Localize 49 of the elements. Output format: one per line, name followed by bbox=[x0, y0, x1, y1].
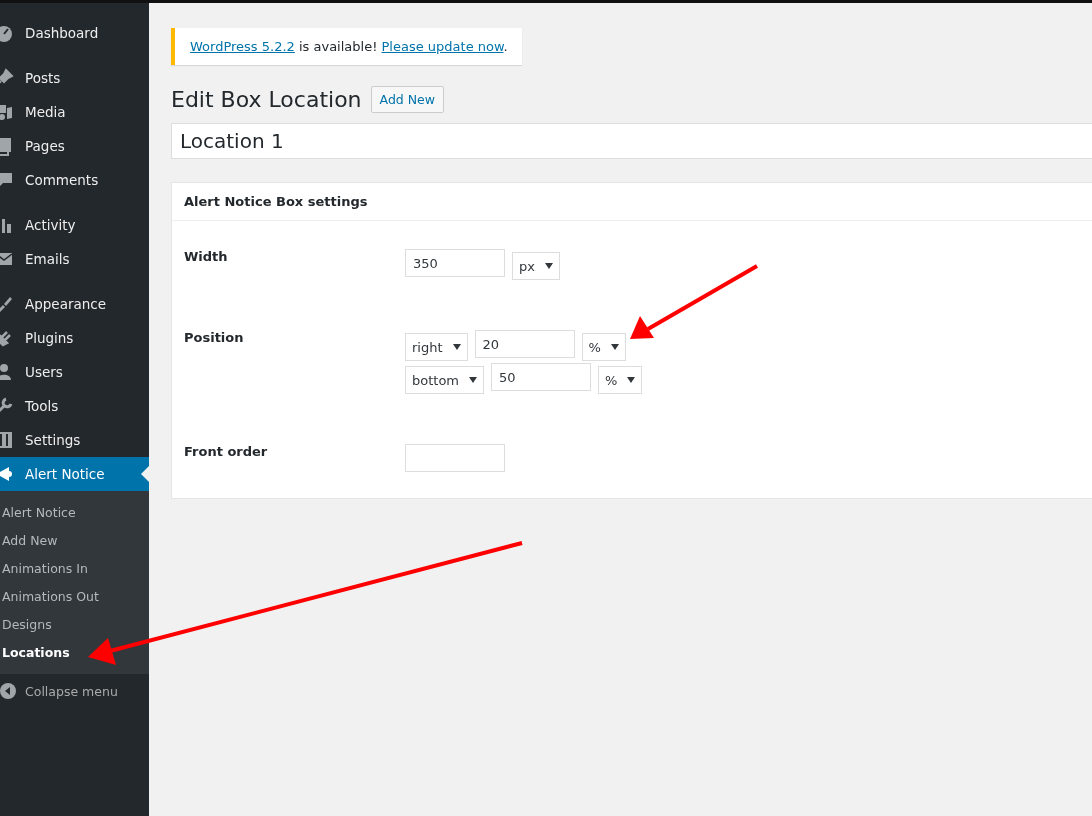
menu-item[interactable]: Dashboard bbox=[0, 16, 149, 50]
menu-item[interactable]: Appearance bbox=[0, 287, 149, 321]
collapse-menu-button[interactable]: Collapse menu bbox=[0, 674, 149, 708]
plug-icon bbox=[0, 328, 14, 348]
add-new-button[interactable]: Add New bbox=[370, 86, 444, 113]
dropdown[interactable]: % bbox=[598, 366, 643, 394]
menu-item[interactable]: Activity bbox=[0, 208, 149, 242]
menu-item[interactable]: Users bbox=[0, 355, 149, 389]
caret-icon bbox=[544, 263, 553, 269]
input-field[interactable]: 350 bbox=[405, 249, 505, 277]
dropdown[interactable]: px bbox=[512, 252, 560, 280]
media-icon bbox=[0, 102, 14, 122]
submenu-item[interactable]: Designs bbox=[0, 610, 149, 638]
dropdown[interactable]: right bbox=[405, 333, 468, 361]
notice-text: WordPress 5.2.2 is available! Please update now. bbox=[190, 39, 508, 54]
menu-item[interactable]: Media bbox=[0, 95, 149, 129]
submenu-item[interactable]: Alert Notice bbox=[0, 498, 149, 526]
field-label: Width bbox=[184, 248, 229, 266]
input-field[interactable]: 50 bbox=[491, 363, 592, 391]
person-icon bbox=[0, 362, 14, 382]
menu-item[interactable]: Settings bbox=[0, 423, 149, 457]
page-title: Edit Box Location bbox=[171, 87, 362, 112]
input-field[interactable] bbox=[405, 444, 505, 472]
field-label: Front order bbox=[184, 443, 269, 461]
megaphone-icon bbox=[0, 464, 14, 484]
caret-icon bbox=[627, 377, 636, 383]
menu-item[interactable]: Alert Notice bbox=[0, 457, 149, 491]
submenu-item[interactable]: Locations bbox=[0, 638, 149, 666]
panel-title: Alert Notice Box settings bbox=[172, 183, 1092, 221]
notice-link[interactable]: Please update now bbox=[381, 39, 504, 54]
pages-icon bbox=[0, 136, 14, 156]
menu-item[interactable]: Comments bbox=[0, 163, 149, 197]
notice-link[interactable]: WordPress 5.2.2 bbox=[190, 39, 295, 54]
dropdown[interactable]: % bbox=[581, 333, 626, 361]
caret-icon bbox=[469, 377, 478, 383]
menu-item[interactable]: Emails bbox=[0, 242, 149, 276]
submenu-item[interactable]: Add New bbox=[0, 526, 149, 554]
field-label: Position bbox=[184, 329, 245, 347]
caret-icon bbox=[610, 344, 619, 350]
submenu-item[interactable]: Animations In bbox=[0, 554, 149, 582]
title-field[interactable]: Location 1 bbox=[171, 123, 1092, 159]
menu-item[interactable]: Tools bbox=[0, 389, 149, 423]
submenu-item[interactable]: Animations Out bbox=[0, 582, 149, 610]
menu-item[interactable]: Plugins bbox=[0, 321, 149, 355]
menu-item[interactable]: Pages bbox=[0, 129, 149, 163]
input-field[interactable]: 20 bbox=[474, 330, 575, 358]
menu-item[interactable]: Posts bbox=[0, 61, 149, 95]
dropdown[interactable]: bottom bbox=[405, 366, 485, 394]
caret-icon bbox=[452, 344, 461, 350]
